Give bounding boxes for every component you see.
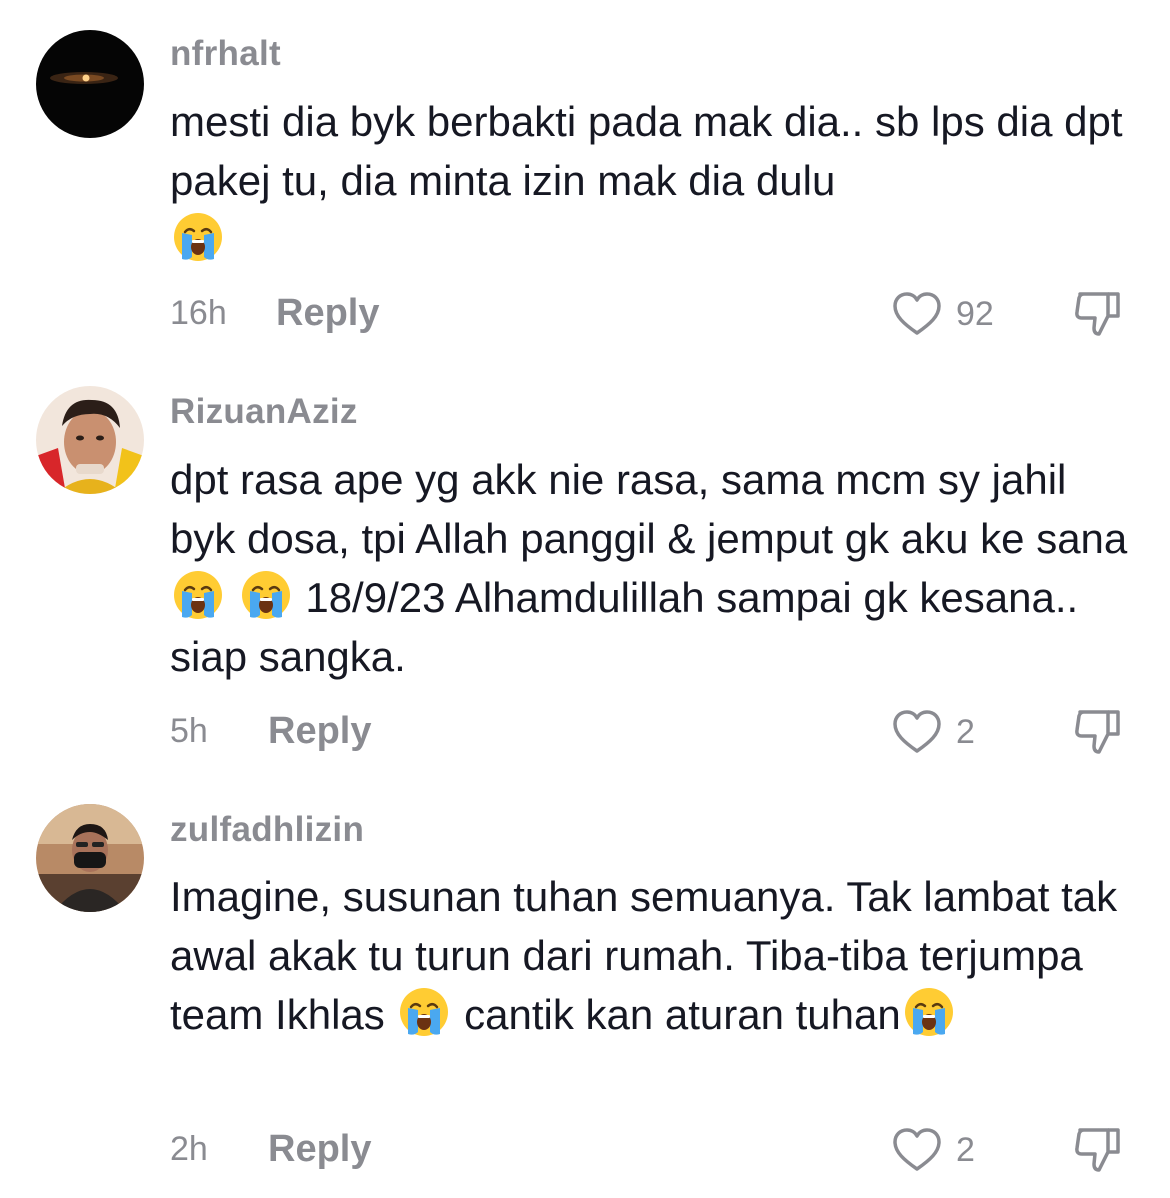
- reply-button[interactable]: Reply: [268, 710, 371, 753]
- night-sky-avatar-icon: [36, 30, 144, 138]
- dislike-button[interactable]: [1070, 1120, 1126, 1176]
- avatar[interactable]: [36, 386, 144, 494]
- like-count: 2: [956, 712, 975, 751]
- like-button[interactable]: 2: [890, 1124, 975, 1176]
- loudly-crying-face-icon: [172, 211, 224, 263]
- like-count: 2: [956, 1130, 975, 1169]
- thumbs-down-outline-icon: [1070, 702, 1126, 758]
- heart-outline-icon: [890, 1125, 944, 1175]
- reply-button[interactable]: Reply: [276, 292, 379, 335]
- comment-username[interactable]: zulfadhlizin: [170, 810, 364, 850]
- thumbs-down-outline-icon: [1070, 284, 1126, 340]
- avatar[interactable]: [36, 804, 144, 912]
- like-button[interactable]: 2: [890, 706, 975, 758]
- comment-timestamp: 16h: [170, 294, 227, 332]
- comment-meta: 16h Reply 92: [170, 292, 1130, 336]
- heart-outline-icon: [890, 707, 944, 757]
- comment-text: mesti dia byk berbakti pada mak dia.. sb…: [170, 92, 1130, 269]
- reply-button[interactable]: Reply: [268, 1128, 371, 1171]
- comment-text-part: dpt rasa ape yg akk nie rasa, sama mcm s…: [170, 456, 1128, 562]
- comment-username[interactable]: nfrhalt: [170, 34, 281, 74]
- like-button[interactable]: 92: [890, 288, 994, 340]
- dislike-button[interactable]: [1070, 284, 1126, 340]
- loudly-crying-face-icon: [903, 986, 955, 1038]
- thumbs-down-outline-icon: [1070, 1120, 1126, 1176]
- loudly-crying-face-icon: [398, 986, 450, 1038]
- comment-username[interactable]: RizuanAziz: [170, 392, 358, 432]
- man-portrait-avatar-icon: [36, 386, 144, 494]
- masked-man-avatar-icon: [36, 804, 144, 912]
- loudly-crying-face-icon: [240, 569, 292, 621]
- loudly-crying-face-icon: [172, 569, 224, 621]
- comment-text: dpt rasa ape yg akk nie rasa, sama mcm s…: [170, 450, 1130, 686]
- comment-text-part: mesti dia byk berbakti pada mak dia.. sb…: [170, 98, 1135, 204]
- like-count: 92: [956, 294, 994, 333]
- comment-text-part: cantik kan aturan tuhan: [464, 991, 901, 1038]
- comment-meta: 5h Reply 2: [170, 710, 1130, 754]
- comment-timestamp: 2h: [170, 1130, 208, 1168]
- heart-outline-icon: [890, 289, 944, 339]
- comment-timestamp: 5h: [170, 712, 208, 750]
- comment-meta: 2h Reply 2: [170, 1128, 1130, 1172]
- dislike-button[interactable]: [1070, 702, 1126, 758]
- comment-text: Imagine, susunan tuhan semuanya. Tak lam…: [170, 867, 1130, 1044]
- comment-text-part: 18/9/23 Alhamdulillah sampai gk kesana..…: [170, 574, 1090, 680]
- avatar[interactable]: [36, 30, 144, 138]
